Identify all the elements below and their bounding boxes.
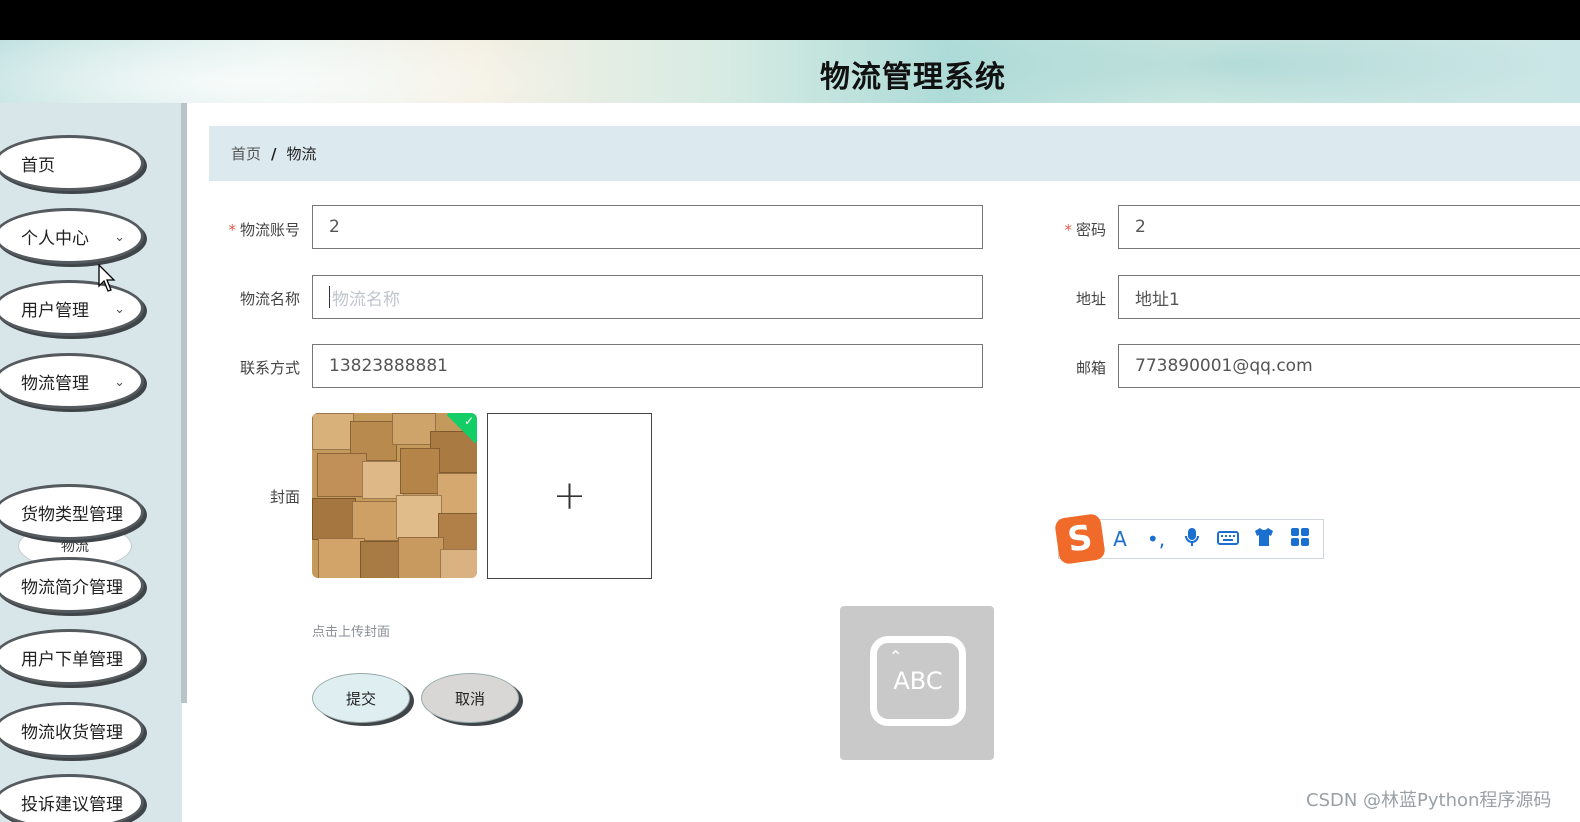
caret-up-icon: ⌃ [889, 647, 903, 666]
keyboard-icon[interactable] [1217, 527, 1239, 551]
watermark: CSDN @林蓝Python程序源码 [1306, 790, 1552, 811]
sidebar-item-cargo-type-management[interactable]: 货物类型管理 ⌄ [0, 484, 144, 540]
chevron-down-icon: ⌄ [114, 506, 125, 521]
address-label: 地址 [1075, 290, 1106, 308]
chevron-down-icon: ⌄ [114, 302, 125, 317]
ime-toolbar: S A •, [1054, 513, 1324, 565]
name-input[interactable]: 物流名称 [312, 275, 983, 319]
microphone-icon[interactable] [1181, 527, 1203, 552]
email-label: 邮箱 [1075, 359, 1106, 377]
password-label: * 密码 [1064, 221, 1106, 239]
sidebar-item-label: 个人中心 [21, 228, 89, 249]
sidebar-item-user-order-management[interactable]: 用户下单管理 ⌄ [0, 629, 144, 685]
sidebar-item-label: 投诉建议管理 [21, 794, 123, 815]
sidebar-item-label: 货物类型管理 [21, 504, 123, 525]
address-input[interactable]: 地址1 [1118, 275, 1580, 319]
chevron-down-icon: ⌄ [114, 230, 125, 245]
sidebar-item-label: 物流简介管理 [21, 577, 123, 598]
account-input[interactable]: 2 [312, 205, 983, 249]
toolbox-grid-icon[interactable] [1289, 527, 1311, 552]
email-input[interactable]: 773890001@qq.com [1118, 344, 1580, 388]
check-icon: ✓ [463, 414, 474, 428]
upload-hint: 点击上传封面 [312, 625, 391, 640]
sidebar-item-complaint-management[interactable]: 投诉建议管理 ⌄ [0, 774, 144, 822]
app-title: 物流管理系统 [820, 60, 1006, 95]
sidebar-item-logistics-management[interactable]: 物流管理 ⌄ [0, 353, 144, 409]
sidebar-item-receipt-management[interactable]: 物流收货管理 ⌄ [0, 702, 144, 758]
sogou-logo-icon[interactable]: S [1054, 513, 1106, 565]
cancel-button[interactable]: 取消 [421, 673, 519, 723]
cover-image-thumbnail[interactable]: ✓ [312, 413, 477, 578]
required-marker: * [228, 221, 236, 239]
sidebar-item-label: 物流收货管理 [21, 722, 123, 743]
font-a-icon[interactable]: A [1109, 527, 1131, 551]
skin-shirt-icon[interactable] [1253, 527, 1275, 552]
sidebar-item-label: 用户管理 [21, 300, 89, 321]
sidebar: 首页 个人中心 ⌄ 用户管理 ⌄ 物流管理 ⌄ 物流 货物类型管理 ⌄ 物流简介… [0, 103, 182, 822]
text-caret [329, 286, 330, 308]
sidebar-item-logistics-intro-management[interactable]: 物流简介管理 ⌄ [0, 557, 144, 613]
breadcrumb-separator: / [271, 144, 277, 163]
password-input[interactable]: 2 [1118, 205, 1580, 249]
sidebar-item-label: 首页 [21, 155, 55, 176]
breadcrumb: 首页 / 物流 [209, 126, 1580, 181]
sidebar-item-user-management[interactable]: 用户管理 ⌄ [0, 280, 144, 336]
chevron-down-icon: ⌄ [114, 796, 125, 811]
sidebar-item-home[interactable]: 首页 [0, 135, 144, 191]
screen-top-bar [0, 0, 1580, 40]
punctuation-icon[interactable]: •, [1145, 527, 1167, 551]
ime-abc-panel[interactable]: ⌃ ABC [840, 606, 994, 760]
upload-add-button[interactable]: + [487, 413, 652, 579]
contact-input[interactable]: 13823888881 [312, 344, 983, 388]
account-label: * 物流账号 [228, 221, 300, 239]
app-header: 物流管理系统 [0, 40, 1580, 103]
chevron-down-icon: ⌄ [114, 651, 125, 666]
chevron-down-icon: ⌄ [114, 579, 125, 594]
plus-icon: + [552, 473, 587, 519]
required-marker: * [1064, 221, 1072, 239]
mouse-cursor-icon [98, 264, 116, 292]
name-label: 物流名称 [239, 290, 300, 308]
cover-label: 封面 [269, 488, 300, 506]
chevron-down-icon: ⌄ [114, 724, 125, 739]
contact-label: 联系方式 [239, 359, 300, 377]
sidebar-item-label: 用户下单管理 [21, 649, 123, 670]
sidebar-item-label: 物流管理 [21, 373, 89, 394]
abc-keyboard-icon: ⌃ ABC [870, 636, 966, 726]
chevron-down-icon: ⌄ [114, 375, 125, 390]
submit-button[interactable]: 提交 [312, 673, 410, 723]
breadcrumb-current: 物流 [286, 145, 317, 163]
breadcrumb-home[interactable]: 首页 [231, 143, 261, 164]
sidebar-item-personal-center[interactable]: 个人中心 ⌄ [0, 208, 144, 264]
